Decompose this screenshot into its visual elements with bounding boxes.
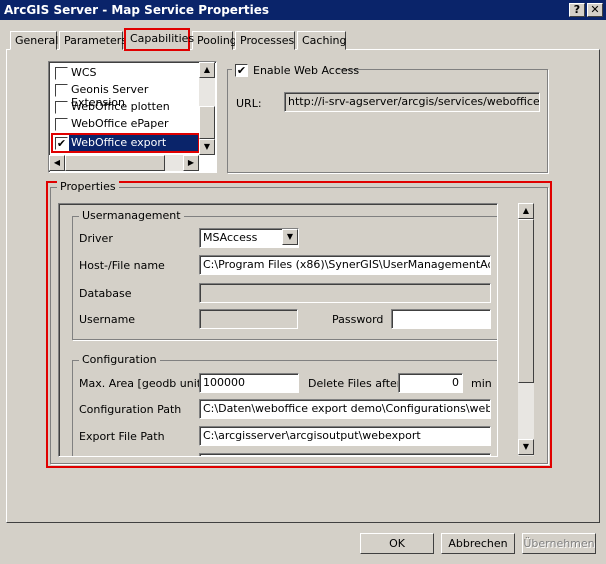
- database-field[interactable]: [199, 283, 491, 303]
- properties-title: Properties: [57, 180, 119, 193]
- config-path-field[interactable]: C:\Daten\weboffice export demo\Configura…: [199, 399, 491, 419]
- username-field[interactable]: [199, 309, 298, 329]
- password-label: Password: [332, 313, 384, 326]
- list-item-selected[interactable]: ✔ WebOffice export: [51, 133, 200, 153]
- window-title: ArcGIS Server - Map Service Properties: [4, 3, 269, 17]
- properties-scroll-area: Usermanagement Driver MSAccess ▼ Host-/Fi…: [58, 203, 498, 457]
- scroll-up-arrow[interactable]: ▲: [199, 62, 215, 78]
- title-bar: ArcGIS Server - Map Service Properties: [0, 0, 606, 20]
- checkbox-checked[interactable]: ✔: [55, 137, 68, 150]
- delete-files-field[interactable]: 0: [398, 373, 463, 393]
- delete-files-label: Delete Files after: [308, 377, 402, 390]
- capabilities-list[interactable]: WCS Geonis Server Extension WebOffice pl…: [48, 61, 217, 173]
- tab-general[interactable]: General: [10, 31, 58, 50]
- checkbox[interactable]: [55, 118, 68, 131]
- scroll-up-arrow[interactable]: ▲: [518, 203, 534, 219]
- scroll-thumb[interactable]: [199, 106, 215, 139]
- password-field[interactable]: [391, 309, 491, 329]
- horizontal-scrollbar[interactable]: ◀ ▶: [49, 155, 199, 171]
- scroll-thumb[interactable]: [65, 155, 165, 171]
- scroll-left-arrow[interactable]: ◀: [49, 155, 65, 171]
- configuration-title: Configuration: [79, 353, 160, 366]
- checkbox[interactable]: [55, 101, 68, 114]
- scroll-down-arrow[interactable]: ▼: [518, 439, 534, 455]
- tab-processes[interactable]: Processes: [235, 31, 295, 50]
- close-button[interactable]: ✕: [587, 3, 603, 17]
- chevron-down-icon[interactable]: ▼: [282, 229, 298, 245]
- item-label: WebOffice plotten: [71, 100, 170, 113]
- scroll-right-arrow[interactable]: ▶: [183, 155, 199, 171]
- url-label: URL:: [236, 97, 262, 110]
- max-area-label: Max. Area [geodb units]: [79, 377, 212, 390]
- usermanagement-title: Usermanagement: [79, 209, 184, 222]
- tab-pooling[interactable]: Pooling: [192, 31, 237, 50]
- driver-value: MSAccess: [203, 231, 258, 244]
- host-label: Host-/File name: [79, 259, 165, 272]
- enable-web-access[interactable]: ✔ Enable Web Access: [232, 62, 359, 78]
- checkbox-checked[interactable]: ✔: [235, 64, 248, 77]
- scroll-thumb[interactable]: [518, 219, 534, 383]
- config-path-label: Configuration Path: [79, 403, 182, 416]
- driver-label: Driver: [79, 232, 113, 245]
- list-item[interactable]: WCS: [53, 65, 203, 82]
- checkbox[interactable]: [55, 67, 68, 80]
- export-path-field[interactable]: C:\arcgisserver\arcgisoutput\webexport: [199, 426, 491, 446]
- list-item[interactable]: Geonis Server Extension: [53, 82, 203, 109]
- ok-button[interactable]: OK: [360, 533, 434, 554]
- properties-scrollbar[interactable]: ▲ ▼: [518, 203, 534, 456]
- list-item[interactable]: WebOffice plotten: [53, 99, 203, 116]
- additional-field[interactable]: [199, 453, 491, 456]
- cancel-button[interactable]: Abbrechen: [441, 533, 515, 554]
- tab-capabilities[interactable]: Capabilities: [124, 28, 194, 51]
- delete-unit-label: min: [471, 377, 492, 390]
- enable-web-access-label: Enable Web Access: [253, 64, 360, 77]
- item-label: WebOffice export: [69, 135, 198, 151]
- list-item[interactable]: WebOffice ePaper: [53, 116, 203, 133]
- checkbox[interactable]: [55, 84, 68, 97]
- username-label: Username: [79, 313, 136, 326]
- scroll-down-arrow[interactable]: ▼: [199, 139, 215, 155]
- vertical-scrollbar[interactable]: ▲ ▼: [199, 62, 215, 155]
- driver-select[interactable]: MSAccess ▼: [199, 228, 299, 248]
- apply-button[interactable]: Übernehmen: [522, 533, 596, 554]
- web-access-group: [227, 69, 548, 173]
- item-label: WebOffice ePaper: [71, 117, 169, 130]
- max-area-field[interactable]: 100000: [199, 373, 299, 393]
- url-field[interactable]: http://i-srv-agserver/arcgis/services/we…: [284, 92, 540, 112]
- tab-caching[interactable]: Caching: [297, 31, 346, 50]
- export-path-label: Export File Path: [79, 430, 165, 443]
- help-button[interactable]: ?: [569, 3, 585, 17]
- tab-parameters[interactable]: Parameters: [59, 31, 127, 50]
- database-label: Database: [79, 287, 132, 300]
- host-field[interactable]: C:\Program Files (x86)\SynerGIS\UserMana…: [199, 255, 491, 275]
- item-label: WCS: [71, 66, 97, 79]
